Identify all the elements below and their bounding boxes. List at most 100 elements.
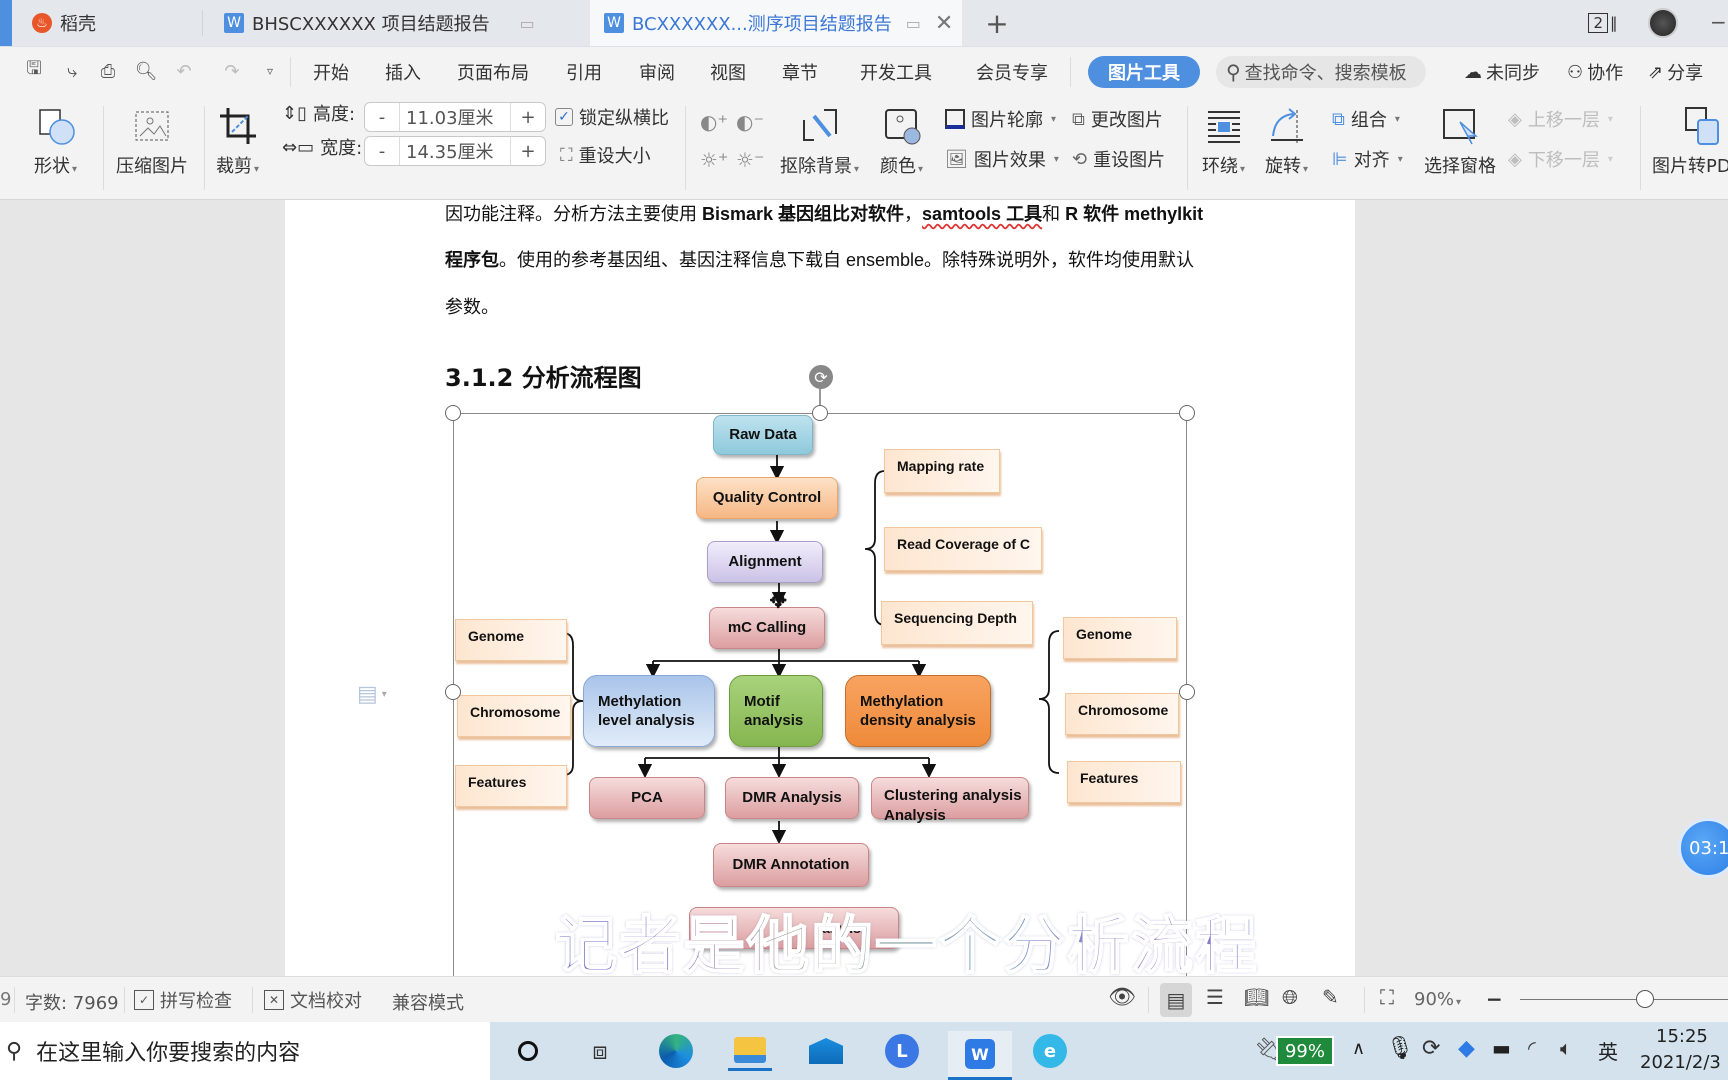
clock-time[interactable]: 15:25 [1656, 1026, 1708, 1047]
new-tab-button[interactable]: + [982, 7, 1012, 40]
customize-quick-access-icon[interactable]: ▿ [258, 59, 282, 83]
redo-icon[interactable]: ↷ [220, 59, 244, 83]
reset-picture-button[interactable]: ⟲ 重设图片 [1072, 146, 1165, 172]
minimize-icon[interactable]: − [1710, 10, 1727, 34]
tab-document-1[interactable]: W BHSCXXXXXX 项目结题报告 ▭ [210, 0, 585, 46]
write-mode-icon[interactable]: ✎ [1322, 985, 1339, 1009]
color-button[interactable]: 颜色 ▾ [880, 106, 923, 178]
ime-indicator[interactable]: 英 [1598, 1036, 1618, 1065]
tab-document-2[interactable]: W BCXXXXXX...测序项目结题报告 ▭ ✕ [590, 0, 962, 46]
document-canvas[interactable]: 因功能注释。分析方法主要使用 Bismark 基因组比对软件，samtools … [0, 200, 1728, 976]
reading-view-icon[interactable]: 📖︎ [1244, 985, 1269, 1009]
menu-insert[interactable]: 插入 [385, 47, 421, 97]
flowchart-image[interactable]: Raw Data Quality Control Alignment mC Ca… [445, 365, 1195, 976]
eye-protection-icon[interactable]: 👁︎ [1108, 985, 1136, 1010]
app-tray-icon[interactable]: ◆ [1458, 1036, 1475, 1061]
height-decrease-button[interactable]: - [365, 107, 399, 128]
document-page[interactable]: 因功能注释。分析方法主要使用 Bismark 基因组比对软件，samtools … [285, 200, 1355, 976]
width-value-input[interactable]: 14.35厘米 [399, 137, 511, 165]
lark-app-button[interactable]: L [880, 1031, 924, 1071]
send-backward-button[interactable]: ◈ 下移一层 ▾ [1508, 146, 1613, 172]
menu-start[interactable]: 开始 [313, 47, 349, 97]
rotate-button[interactable]: 旋转 ▾ [1265, 106, 1308, 178]
mail-button[interactable] [804, 1031, 848, 1071]
undo-icon[interactable]: ↶ [172, 59, 196, 83]
width-increase-button[interactable]: + [511, 141, 545, 162]
taskbar-search-box[interactable]: ⚲ 在这里输入你要搜索的内容 [0, 1022, 490, 1080]
spell-check-button[interactable]: ✓ 拼写检查 [134, 987, 232, 1013]
user-avatar[interactable] [1648, 8, 1678, 38]
reset-size-button[interactable]: ⛶ 重设大小 [560, 142, 651, 168]
crop-button[interactable]: 裁剪 ▾ [216, 106, 259, 178]
resize-handle-top[interactable] [812, 405, 828, 421]
tab-picture-tools[interactable]: 图片工具 [1088, 56, 1200, 88]
menu-page-layout[interactable]: 页面布局 [457, 47, 529, 97]
web-view-icon[interactable]: 🌐︎ [1282, 985, 1298, 1009]
width-field[interactable]: - 14.35厘米 + [364, 136, 546, 166]
zoom-slider[interactable] [1520, 999, 1728, 1000]
paragraph-options-icon[interactable]: ▤ ▾ [357, 682, 387, 707]
close-tab-icon[interactable]: ✕ [935, 11, 953, 36]
document-proofread-button[interactable]: ✕ 文档校对 [264, 987, 362, 1013]
file-explorer-button[interactable] [728, 1031, 772, 1071]
page-indicator[interactable]: 9 [0, 989, 11, 1010]
resize-handle-right[interactable] [1179, 684, 1195, 700]
zoom-dropdown[interactable]: 90% ▾ [1414, 989, 1461, 1010]
volume-icon[interactable]: 🔈︎ [1560, 1036, 1572, 1060]
picture-outline-button[interactable]: 图片轮廓 ▾ [945, 106, 1056, 132]
menu-view[interactable]: 视图 [710, 47, 746, 97]
change-picture-button[interactable]: ⧉ 更改图片 [1072, 106, 1163, 132]
picture-to-pdf-button[interactable]: 图片转PDF [1652, 106, 1728, 178]
group-button[interactable]: ⧉ 组合 ▾ [1332, 106, 1400, 132]
format-painter-icon[interactable]: ⤷ [60, 59, 84, 83]
resize-handle-top-left[interactable] [445, 405, 461, 421]
bring-forward-button[interactable]: ◈ 上移一层 ▾ [1508, 106, 1613, 132]
show-hidden-icons[interactable]: ∧ [1352, 1038, 1365, 1059]
resize-handle-left[interactable] [445, 684, 461, 700]
lock-aspect-ratio-checkbox[interactable]: ✓ 锁定纵横比 [555, 104, 669, 130]
window-count-button[interactable]: 2 ‖ [1586, 11, 1620, 35]
wifi-icon[interactable]: ◜ [1528, 1036, 1536, 1060]
collaborate-button[interactable]: ⚇ 协作 [1567, 47, 1623, 97]
menu-developer[interactable]: 开发工具 [860, 47, 932, 97]
menu-review[interactable]: 审阅 [639, 47, 675, 97]
selection-pane-button[interactable]: 选择窗格 [1424, 106, 1496, 178]
share-button[interactable]: ⇗ 分享 [1648, 47, 1703, 97]
compress-picture-button[interactable]: 压缩图片 [116, 106, 188, 178]
outline-view-icon[interactable]: ☰ [1206, 985, 1224, 1009]
sync-tray-icon[interactable]: ⟳ [1422, 1036, 1440, 1061]
wrap-text-button[interactable]: 环绕 ▾ [1202, 106, 1245, 178]
clock-date[interactable]: 2021/2/3 [1640, 1052, 1721, 1073]
browser-e-button[interactable]: e [1028, 1031, 1072, 1071]
print-icon[interactable]: ⎙ [96, 59, 120, 83]
height-value-input[interactable]: 11.03厘米 [399, 103, 511, 131]
command-search-input[interactable]: ⚲ 查找命令、搜索模板 [1216, 56, 1426, 88]
menu-references[interactable]: 引用 [566, 47, 602, 97]
charging-tray-icon[interactable]: ▬ [1492, 1036, 1511, 1060]
menu-member[interactable]: 会员专享 [976, 47, 1048, 97]
sync-button[interactable]: ☁ 未同步 [1464, 47, 1540, 97]
wps-taskbar-button[interactable]: W [948, 1031, 1012, 1080]
tab-daoke[interactable]: ♨ 稻壳 [18, 0, 203, 46]
align-button[interactable]: ⊫ 对齐 ▾ [1332, 146, 1403, 172]
decrease-contrast-icon[interactable]: ◐⁻ [736, 110, 764, 134]
menu-chapter[interactable]: 章节 [782, 47, 818, 97]
height-field[interactable]: - 11.03厘米 + [364, 102, 546, 132]
task-view-button[interactable]: ⧈ [578, 1031, 622, 1071]
increase-brightness-icon[interactable]: ☼⁺ [700, 148, 729, 172]
word-count[interactable]: 字数: 7969 [25, 989, 119, 1015]
shape-button[interactable]: 形状 ▾ [34, 106, 77, 178]
resize-handle-top-right[interactable] [1179, 405, 1195, 421]
picture-effects-button[interactable]: 🖼︎ 图片效果 ▾ [945, 146, 1059, 172]
battery-indicator[interactable]: 99% [1276, 1036, 1334, 1066]
remove-background-button[interactable]: 抠除背景 ▾ [780, 106, 859, 178]
rotate-handle-icon[interactable]: ⟳ [809, 365, 833, 389]
zoom-slider-handle[interactable] [1635, 990, 1654, 1008]
cortana-button[interactable] [506, 1031, 550, 1071]
fit-page-icon[interactable]: ⛶ [1380, 985, 1394, 1009]
print-preview-icon[interactable]: 🔍︎ [134, 59, 158, 83]
edge-button[interactable] [654, 1031, 698, 1071]
zoom-out-button[interactable]: − [1486, 987, 1503, 1011]
decrease-brightness-icon[interactable]: ☼⁻ [736, 148, 765, 172]
width-decrease-button[interactable]: - [365, 141, 399, 162]
